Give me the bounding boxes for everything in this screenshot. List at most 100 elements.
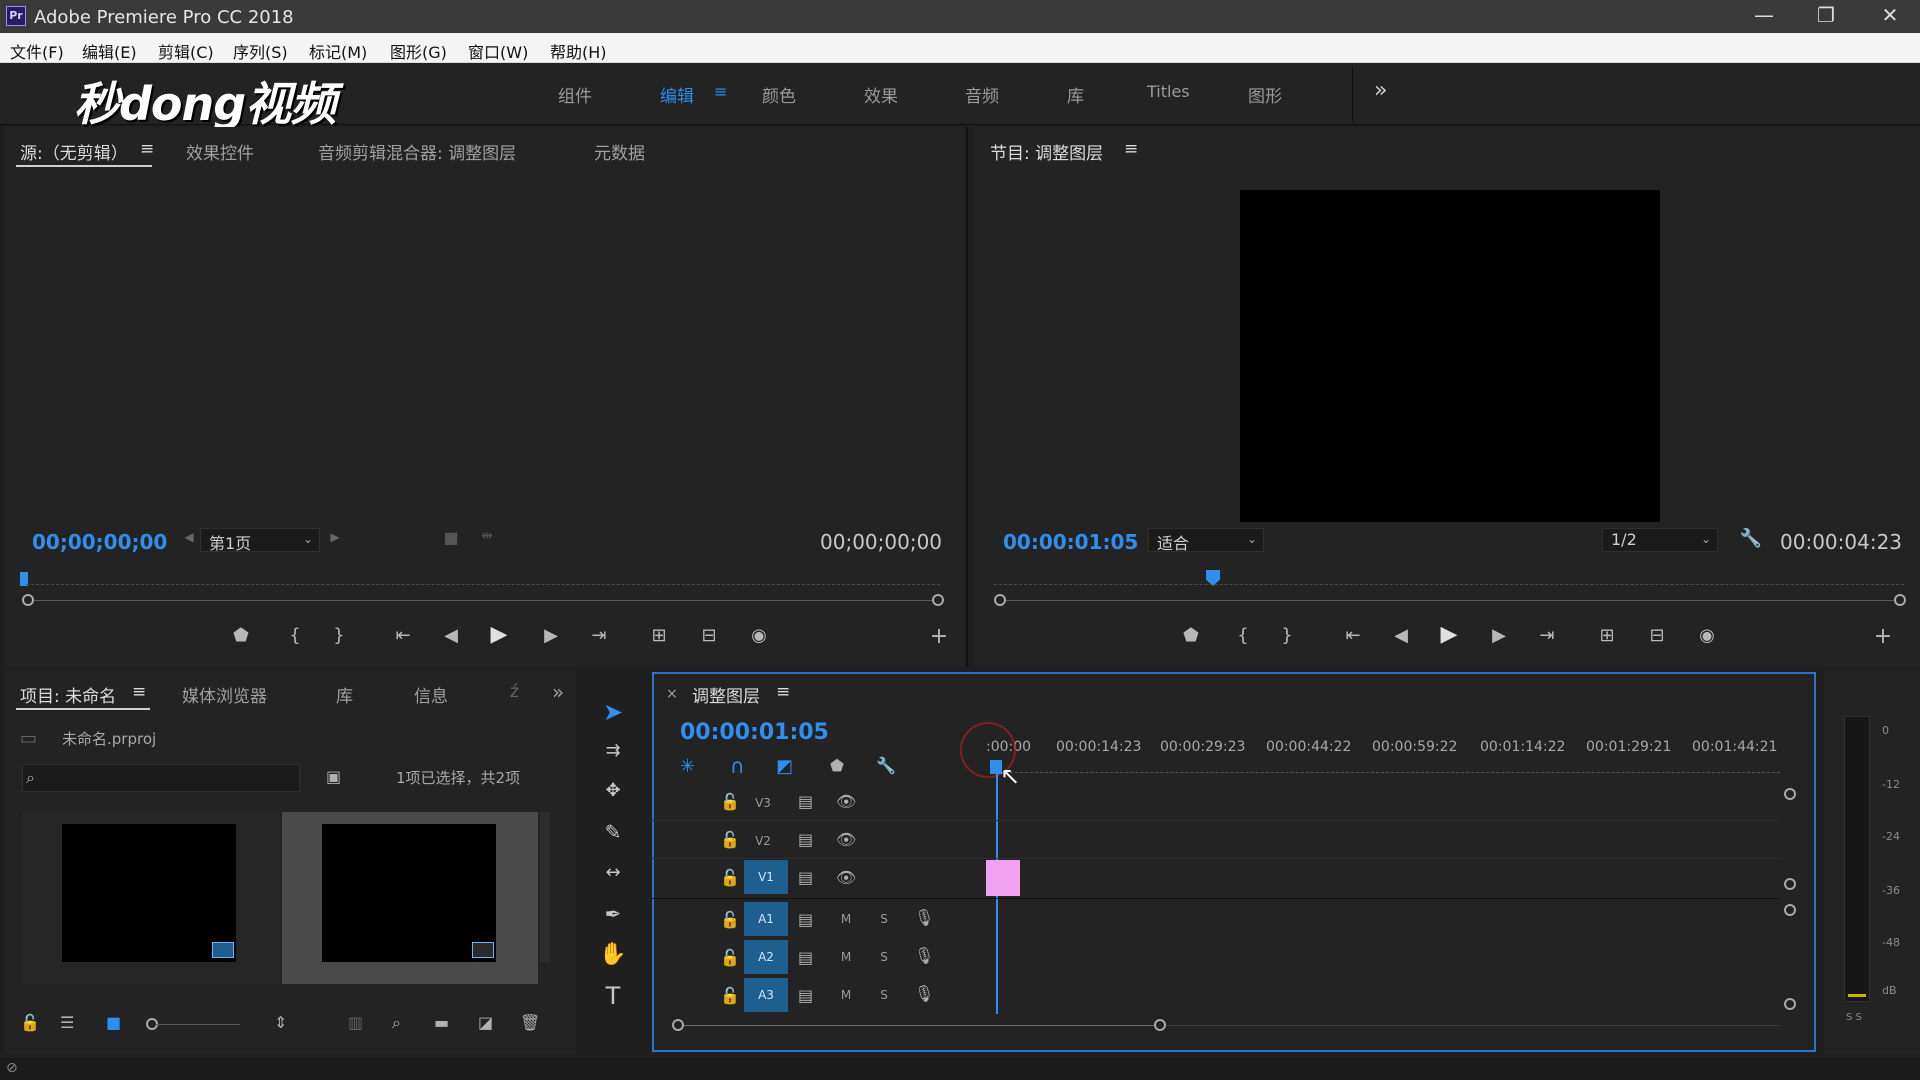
solo-button-a3[interactable]: S (876, 988, 892, 1002)
type-tool-icon[interactable]: T (596, 982, 630, 1016)
solo-button-a1[interactable]: S (876, 912, 892, 926)
icon-view-icon[interactable]: ■ (106, 1013, 121, 1032)
new-item-icon[interactable]: ◪ (478, 1013, 493, 1032)
trash-icon[interactable]: 🗑 (520, 1013, 540, 1032)
restore-button[interactable]: ❐ (1796, 0, 1856, 33)
track-target-a2[interactable]: A2 (744, 940, 788, 974)
wrench-icon[interactable]: 🔧 (1738, 528, 1764, 549)
sync-lock-icon[interactable]: ▤ (798, 986, 813, 1005)
track-label-v3[interactable]: V3 (750, 796, 776, 810)
new-bin-search-icon[interactable]: ▣ (326, 767, 341, 786)
lock-track-icon-a3[interactable]: 🔓 (720, 986, 740, 1005)
play-icon[interactable]: ▶ (1436, 622, 1462, 647)
sync-lock-icon[interactable]: ▤ (798, 910, 813, 929)
track-target-a3[interactable]: A3 (744, 978, 788, 1012)
toggle-output-eye-icon[interactable]: 👁 (836, 792, 856, 811)
extract-icon[interactable]: ⊟ (1644, 625, 1670, 646)
program-video-frame[interactable] (1240, 190, 1660, 522)
source-zoom-right-handle[interactable] (932, 594, 944, 606)
go-to-out-icon[interactable]: ⇥ (586, 625, 612, 646)
mute-button-a1[interactable]: M (838, 912, 854, 926)
tab-media-browser[interactable]: 媒体浏览器 (182, 682, 267, 707)
workspace-overflow-icon[interactable]: » (1374, 78, 1387, 103)
voiceover-mic-icon[interactable]: 🎙 (914, 946, 934, 965)
menu-marker[interactable]: 标记(M) (309, 39, 367, 63)
export-frame-icon[interactable]: ◉ (746, 625, 772, 646)
lock-icon[interactable]: 🔓 (20, 1013, 40, 1032)
lock-track-icon-a1[interactable]: 🔓 (720, 910, 740, 929)
tab-source[interactable]: 源:（无剪辑） (20, 139, 128, 164)
program-zoom-bar[interactable] (1004, 600, 1900, 601)
source-timecode[interactable]: 00;00;00;00 (32, 530, 167, 554)
workspace-tab-effects[interactable]: 效果 (864, 82, 898, 107)
lock-track-icon-v1[interactable]: 🔓 (720, 868, 740, 887)
timeline-timecode[interactable]: 00:00:01:05 (680, 720, 829, 745)
export-frame-icon[interactable]: ◉ (1694, 625, 1720, 646)
add-button-icon[interactable]: + (1870, 624, 1896, 649)
nest-icon[interactable]: ✳ (680, 756, 695, 777)
ripple-edit-tool-icon[interactable]: ✥ (596, 780, 630, 814)
sequence-tab[interactable]: 调整图层 (692, 682, 760, 707)
horizontal-zoom-left-handle[interactable] (672, 1019, 684, 1031)
audio-scroll-handle-top[interactable] (1784, 904, 1796, 916)
tab-audio-clip-mixer[interactable]: 音频剪辑混合器: 调整图层 (318, 139, 516, 164)
find-icon[interactable]: ⌕ (392, 1013, 401, 1033)
linked-selection-icon[interactable]: ◩ (776, 756, 793, 777)
minimize-button[interactable]: — (1734, 0, 1794, 33)
step-back-icon[interactable]: ◀ (1388, 625, 1414, 646)
insert-icon[interactable]: ⊞ (646, 625, 672, 646)
tab-info[interactable]: 信息 (414, 682, 448, 707)
track-target-a1[interactable]: A1 (744, 902, 788, 936)
snap-magnet-icon[interactable]: ∩ (730, 754, 745, 778)
selection-tool-icon[interactable]: ➤ (596, 698, 630, 732)
step-forward-icon[interactable]: ▶ (1486, 625, 1512, 646)
horizontal-zoom-right-handle[interactable] (1154, 1019, 1166, 1031)
mute-button-a3[interactable]: M (838, 988, 854, 1002)
sync-lock-icon[interactable]: ▤ (798, 830, 813, 849)
menu-clip[interactable]: 剪辑(C) (158, 39, 214, 63)
tab-effects-truncated[interactable]: ź (510, 682, 519, 702)
workspace-tab-libraries[interactable]: 库 (1067, 82, 1084, 107)
zoom-slider-track[interactable] (156, 1024, 240, 1025)
sync-lock-icon[interactable]: ▤ (798, 948, 813, 967)
mute-button-a2[interactable]: M (838, 950, 854, 964)
audio-scroll-handle-bottom[interactable] (1784, 998, 1796, 1010)
project-scrollbar[interactable] (540, 812, 550, 962)
workspace-tab-editing[interactable]: 编辑 (660, 82, 694, 107)
program-zoom-right-handle[interactable] (1894, 594, 1906, 606)
timeline-ruler[interactable] (990, 772, 1780, 773)
toggle-output-eye-icon[interactable]: 👁 (836, 868, 856, 887)
solo-button-a2[interactable]: S (876, 950, 892, 964)
play-icon[interactable]: ▶ (486, 622, 512, 647)
menu-edit[interactable]: 编辑(E) (82, 39, 137, 63)
go-to-in-icon[interactable]: ⇤ (1340, 625, 1366, 646)
page-prev-icon[interactable]: ◀ (176, 530, 202, 544)
lock-track-icon-v2[interactable]: 🔓 (720, 830, 740, 849)
adjustment-layer-clip[interactable] (986, 860, 1020, 896)
source-menu-icon[interactable]: ≡ (140, 139, 154, 159)
program-zoom-left-handle[interactable] (994, 594, 1006, 606)
add-button-icon[interactable]: + (926, 624, 952, 649)
go-to-out-icon[interactable]: ⇥ (1534, 625, 1560, 646)
toggle-output-eye-icon[interactable]: 👁 (836, 830, 856, 849)
slip-tool-icon[interactable]: ↔ (596, 862, 630, 896)
lift-icon[interactable]: ⊞ (1594, 625, 1620, 646)
vertical-scroll-handle-mid[interactable] (1784, 878, 1796, 890)
fit-dropdown[interactable]: 适合 ⌄ (1148, 528, 1264, 553)
workspace-tab-audio[interactable]: 音频 (965, 82, 999, 107)
meter-solo-buttons[interactable]: S S (1846, 1012, 1862, 1023)
program-title[interactable]: 节目: 调整图层 (990, 139, 1103, 164)
add-marker-icon[interactable]: ⬟ (1178, 625, 1204, 646)
track-target-v1[interactable]: V1 (744, 860, 788, 894)
resolution-dropdown[interactable]: 1/2 ⌄ (1602, 528, 1718, 552)
workspace-tab-graphics[interactable]: 图形 (1248, 82, 1282, 107)
lock-track-icon-a2[interactable]: 🔓 (720, 948, 740, 967)
panel-overflow-icon[interactable]: » (552, 680, 564, 704)
sync-lock-icon[interactable]: ▤ (798, 792, 813, 811)
workspace-menu-icon[interactable]: ≡ (714, 82, 727, 101)
vertical-scroll-handle-top[interactable] (1784, 788, 1796, 800)
overwrite-icon[interactable]: ⊟ (696, 625, 722, 646)
close-window-button[interactable]: ✕ (1860, 0, 1920, 33)
new-bin-icon[interactable]: ▬ (434, 1013, 449, 1032)
pen-tool-icon[interactable]: ✒ (596, 902, 630, 936)
